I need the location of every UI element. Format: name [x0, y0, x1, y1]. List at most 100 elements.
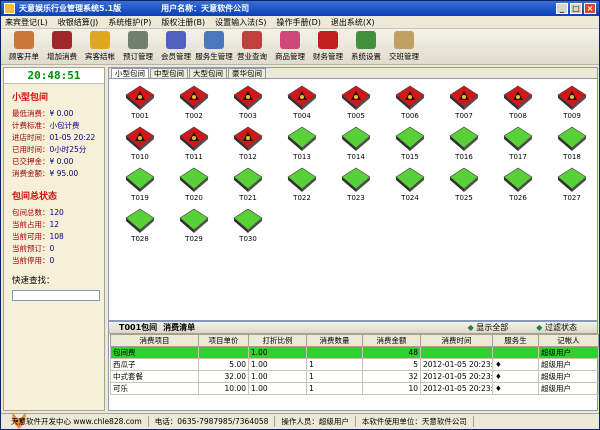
- info-row: 已交押金： ¥ 0.00: [4, 155, 104, 167]
- room-tile[interactable]: T012: [221, 124, 275, 165]
- room-tile[interactable]: T015: [383, 124, 437, 165]
- table-cell: 5: [362, 358, 421, 371]
- status-field: 操作人员：超级用户: [275, 416, 356, 427]
- toolbar-label: 会员管理: [161, 52, 191, 61]
- room-tile[interactable]: T014: [329, 124, 383, 165]
- info-row: 已用时间： 0小时25分: [4, 143, 104, 155]
- room-tile[interactable]: T027: [545, 165, 599, 206]
- room-tile[interactable]: T017: [491, 124, 545, 165]
- room-tile[interactable]: T029: [167, 206, 221, 247]
- room-tile[interactable]: T028: [113, 206, 167, 247]
- room-tile[interactable]: T004: [275, 83, 329, 124]
- table-row[interactable]: 中式套餐32.001.001322012-01-05 20:23:28♦超级用户: [110, 370, 599, 383]
- table-cell: ♦: [492, 358, 539, 371]
- occupied-room-icon: [395, 85, 425, 110]
- info-value: ¥ 95.00: [49, 168, 79, 178]
- room-tile[interactable]: T016: [437, 124, 491, 165]
- status-field: 本软件使用单位：天意软件公司: [356, 416, 474, 427]
- coins-icon: [90, 31, 110, 49]
- toolbar-button[interactable]: 营业查询: [233, 31, 271, 62]
- info-row: 当前可用： 108: [4, 230, 104, 242]
- show-all-button[interactable]: ◆ 显示全部: [468, 322, 509, 333]
- menu-item[interactable]: 设置输入法(S): [215, 17, 266, 28]
- menu-item[interactable]: 来宾登记(L): [5, 17, 48, 28]
- show-all-label: 显示全部: [476, 323, 509, 332]
- room-tile[interactable]: T018: [545, 124, 599, 165]
- current-room-info: 最低消费： ¥ 0.00 计费标准： 小包计费 进店时间： 01-05 20:22 已用时间…: [4, 107, 104, 179]
- table-cell: 西瓜子: [110, 358, 199, 371]
- toolbar-label: 交班管理: [389, 52, 419, 61]
- free-room-icon: [125, 208, 155, 233]
- room-type-tab[interactable]: 豪华包间: [228, 68, 266, 78]
- toolbar-button[interactable]: 服务生管理: [195, 31, 233, 62]
- toolbar-button[interactable]: 顾客开单: [5, 31, 43, 62]
- menu-item[interactable]: 系统维护(P): [108, 17, 151, 28]
- room-tile[interactable]: T021: [221, 165, 275, 206]
- room-tile[interactable]: T009: [545, 83, 599, 124]
- table-row[interactable]: 西瓜子5.001.00152012-01-05 20:23:28♦超级用户: [110, 358, 599, 371]
- column-header: 项目单价: [198, 334, 249, 347]
- room-tile[interactable]: T023: [329, 165, 383, 206]
- room-tile[interactable]: T019: [113, 165, 167, 206]
- info-key: 进店时间：: [12, 132, 50, 142]
- room-tile[interactable]: T030: [221, 206, 275, 247]
- room-label: T019: [131, 194, 149, 202]
- occupied-room-icon: [557, 85, 587, 110]
- maximize-button[interactable]: □: [570, 3, 582, 14]
- room-tile[interactable]: T025: [437, 165, 491, 206]
- room-type-tab[interactable]: 大型包间: [189, 68, 227, 78]
- menu-item[interactable]: 版权注册(B): [161, 17, 205, 28]
- room-tile[interactable]: T010: [113, 124, 167, 165]
- bill-header: T001包间 消费清单 ◆ 显示全部 ◆ 过滤状态: [109, 322, 597, 334]
- toolbar-button[interactable]: 会员管理: [157, 31, 195, 62]
- filter-button[interactable]: ◆ 过滤状态: [536, 322, 577, 333]
- room-tile[interactable]: T007: [437, 83, 491, 124]
- room-tile[interactable]: T006: [383, 83, 437, 124]
- table-row[interactable]: 包间费 1.00 48 超级用户: [110, 346, 599, 359]
- room-type-tab[interactable]: 中型包间: [150, 68, 188, 78]
- column-header: 消费数量: [306, 334, 363, 347]
- room-tile[interactable]: T005: [329, 83, 383, 124]
- room-label: T022: [293, 194, 311, 202]
- room-tile[interactable]: T022: [275, 165, 329, 206]
- column-header: 记帐人: [538, 334, 599, 347]
- toolbar-button[interactable]: 增加消费: [43, 31, 81, 62]
- toolbar-button[interactable]: 交班管理: [385, 31, 423, 62]
- toolbar-button[interactable]: 宾客结帐: [81, 31, 119, 62]
- room-tile[interactable]: T003: [221, 83, 275, 124]
- free-room-icon: [557, 126, 587, 151]
- search-input[interactable]: [12, 290, 100, 301]
- info-row: 计费标准： 小包计费: [4, 119, 104, 131]
- room-tile[interactable]: T026: [491, 165, 545, 206]
- occupied-room-icon: [503, 85, 533, 110]
- toolbar-button[interactable]: 预订管理: [119, 31, 157, 62]
- occupied-room-icon: [233, 85, 263, 110]
- room-tile[interactable]: T001: [113, 83, 167, 124]
- room-tile[interactable]: T008: [491, 83, 545, 124]
- room-label: T018: [563, 153, 581, 161]
- room-tile[interactable]: T002: [167, 83, 221, 124]
- settings-icon: [356, 31, 376, 49]
- table-cell: 2012-01-05 20:23:28: [420, 370, 493, 383]
- room-tile[interactable]: T011: [167, 124, 221, 165]
- minimize-button[interactable]: _: [556, 3, 568, 14]
- menu-item[interactable]: 收银结算(J): [58, 17, 99, 28]
- room-type-tab[interactable]: 小型包间: [111, 68, 149, 78]
- room-tile[interactable]: T013: [275, 124, 329, 165]
- menu-item[interactable]: 操作手册(D): [276, 17, 320, 28]
- search-label: 快速查找：: [12, 276, 55, 286]
- table-cell: 1.00: [248, 358, 307, 371]
- toolbar-button[interactable]: 商品管理: [271, 31, 309, 62]
- close-button[interactable]: ×: [584, 3, 596, 14]
- room-tile[interactable]: T020: [167, 165, 221, 206]
- toolbar-button[interactable]: 财务管理: [309, 31, 347, 62]
- table-row[interactable]: 可乐10.001.001102012-01-05 20:23:28♦超级用户: [110, 382, 599, 395]
- table-cell: 2012-01-05 20:23:28: [420, 382, 493, 395]
- menu-item[interactable]: 退出系统(X): [331, 17, 375, 28]
- table-cell: [492, 346, 539, 359]
- bill-panel: T001包间 消费清单 ◆ 显示全部 ◆ 过滤状态 消费项目 项目单价 打折比例 消费…: [108, 321, 599, 411]
- status-bar: 天意软件开发中心 www.chle828.com 电话：0635-7987985/…: [1, 413, 599, 429]
- toolbar-button[interactable]: 系统设置: [347, 31, 385, 62]
- occupied-room-icon: [125, 126, 155, 151]
- room-tile[interactable]: T024: [383, 165, 437, 206]
